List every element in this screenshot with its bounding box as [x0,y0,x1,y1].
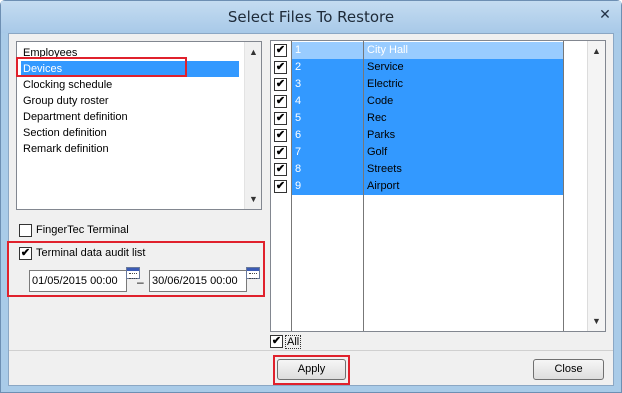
list-item-clocking-schedule[interactable]: Clocking schedule [21,77,239,93]
device-number: 8 [291,161,363,178]
audit-label: Terminal data audit list [36,247,146,259]
grid-column-divider [363,41,364,331]
date-range-separator: – [137,275,144,289]
device-name: Streets [363,161,563,178]
device-name: Parks [363,127,563,144]
devices-highlight-box [16,57,187,77]
row-checkbox[interactable]: ✔ [274,61,287,74]
device-name: Golf [363,144,563,161]
table-row[interactable]: ✔ 5 Rec [271,110,563,127]
device-name: Code [363,93,563,110]
close-icon[interactable]: ✕ [597,6,613,22]
row-checkbox[interactable]: ✔ [274,163,287,176]
window-title: Select Files To Restore [227,8,395,26]
list-item-group-duty-roster[interactable]: Group duty roster [21,93,239,109]
table-row[interactable]: ✔ 7 Golf [271,144,563,161]
fingertec-checkbox[interactable] [19,224,32,237]
device-number: 4 [291,93,363,110]
calendar-icon[interactable] [246,267,260,279]
close-button[interactable]: Close [533,359,604,380]
device-number: 5 [291,110,363,127]
table-row[interactable]: ✔ 6 Parks [271,127,563,144]
select-all-label: All [285,335,302,349]
device-name: Airport [363,178,563,195]
table-row[interactable]: ✔ 4 Code [271,93,563,110]
row-checkbox[interactable]: ✔ [274,78,287,91]
select-all-checkbox[interactable]: ✔ [270,335,283,348]
audit-checkbox[interactable]: ✔ [19,247,32,260]
footer-divider [9,350,613,351]
device-name: Electric [363,76,563,93]
chevron-down-icon[interactable]: ▼ [588,313,605,329]
chevron-up-icon[interactable]: ▲ [245,44,262,60]
row-checkbox[interactable]: ✔ [274,129,287,142]
dialog-body: Employees Devices Clocking schedule Grou… [7,33,614,386]
list-item-section-definition[interactable]: Section definition [21,125,239,141]
row-checkbox[interactable]: ✔ [274,180,287,193]
device-grid[interactable]: ✔ 1 City Hall ✔ 2 Service ✔ 3 Electric ✔… [270,40,606,332]
apply-button[interactable]: Apply [277,359,346,380]
row-checkbox[interactable]: ✔ [274,146,287,159]
table-row[interactable]: ✔ 3 Electric [271,76,563,93]
grid-column-divider [291,41,292,331]
device-number: 3 [291,76,363,93]
date-from-field[interactable]: 01/05/2015 00:00 [29,270,127,292]
device-number: 7 [291,144,363,161]
table-row[interactable]: ✔ 1 City Hall [271,42,563,59]
row-checkbox[interactable]: ✔ [274,95,287,108]
row-checkbox[interactable]: ✔ [274,112,287,125]
list-item-department-definition[interactable]: Department definition [21,109,239,125]
device-name: City Hall [363,42,563,59]
device-number: 9 [291,178,363,195]
chevron-up-icon[interactable]: ▲ [588,43,605,59]
device-name: Rec [363,110,563,127]
chevron-down-icon[interactable]: ▼ [245,191,262,207]
grid-scrollbar[interactable]: ▲ ▼ [587,41,605,331]
table-row[interactable]: ✔ 8 Streets [271,161,563,178]
device-number: 6 [291,127,363,144]
row-checkbox[interactable]: ✔ [274,44,287,57]
table-row[interactable]: ✔ 9 Airport [271,178,563,195]
list-scrollbar[interactable]: ▲ ▼ [244,42,261,209]
table-row[interactable]: ✔ 2 Service [271,59,563,76]
device-number: 1 [291,42,363,59]
title-bar[interactable]: Select Files To Restore ✕ [1,1,621,33]
device-name: Service [363,59,563,76]
list-item-remark-definition[interactable]: Remark definition [21,141,239,157]
date-to-field[interactable]: 30/06/2015 00:00 [149,270,247,292]
fingertec-label: FingerTec Terminal [36,224,129,236]
device-number: 2 [291,59,363,76]
grid-column-divider [563,41,564,331]
dialog-window: Select Files To Restore ✕ Employees Devi… [0,0,622,393]
